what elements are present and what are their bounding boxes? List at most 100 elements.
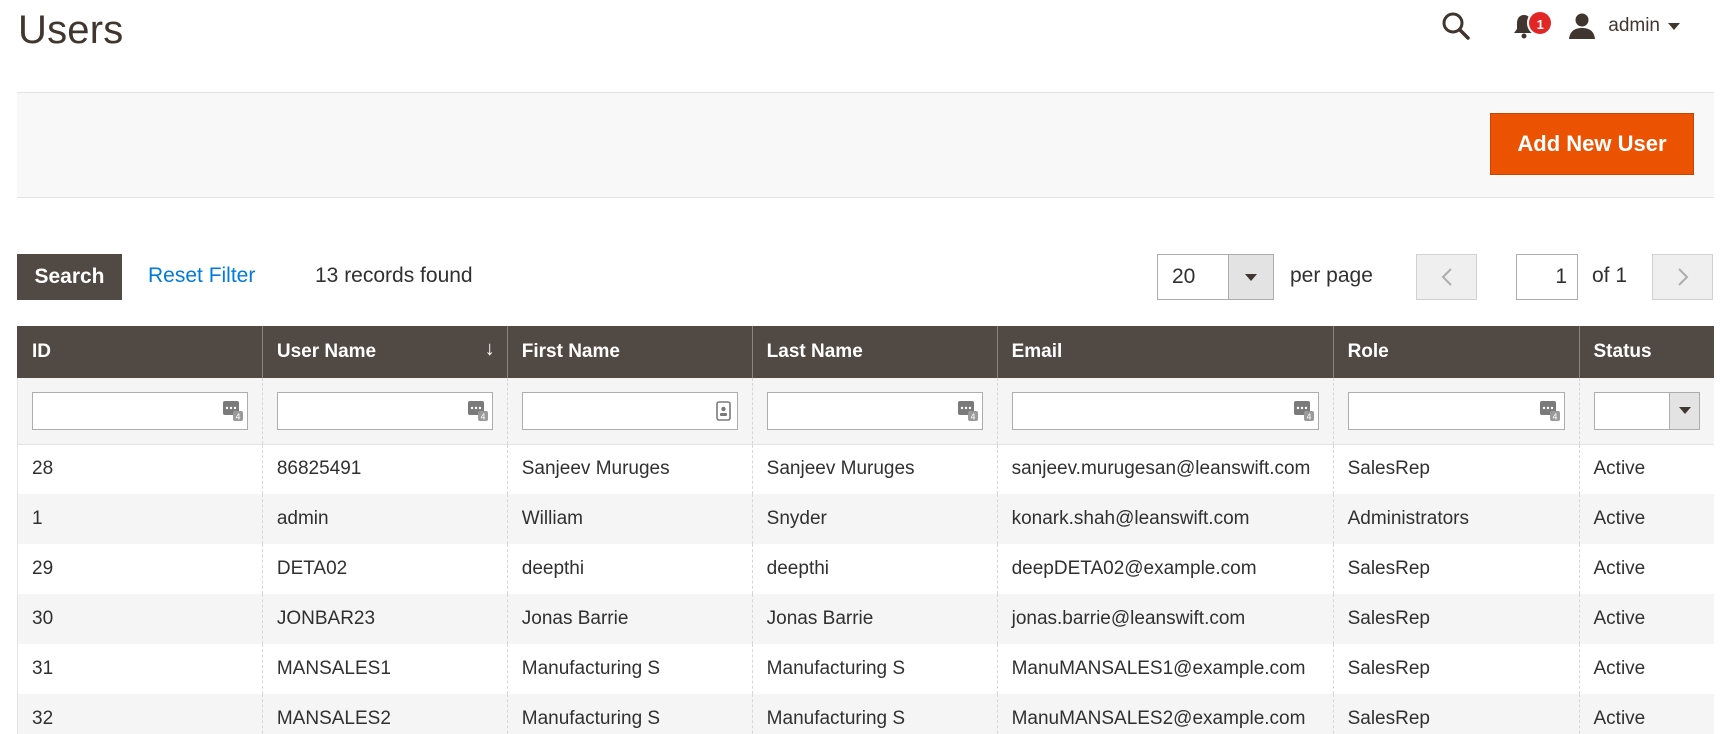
dropdown-arrow-icon (1669, 392, 1699, 429)
column-header-last-name[interactable]: Last Name (751, 326, 998, 378)
column-header-user-name[interactable]: User Name ↓ (261, 326, 508, 378)
cell-email: ManuMANSALES1@example.com (996, 644, 1334, 694)
grid-body: 28 86825491 Sanjeev Muruges Sanjeev Muruges… (17, 444, 1714, 734)
contact-card-icon (712, 400, 734, 422)
autofill-icon: 4 (467, 400, 489, 422)
filter-row: 4 4 4 4 4 (17, 378, 1714, 445)
cell-role: Administrators (1332, 494, 1579, 544)
filter-id-input[interactable]: 4 (32, 391, 248, 430)
table-row[interactable]: 28 86825491 Sanjeev Muruges Sanjeev Muruges… (17, 444, 1714, 494)
column-header-status[interactable]: Status (1578, 326, 1714, 378)
page-actions-bar: Add New User (17, 92, 1714, 198)
cell-id: 29 (17, 544, 263, 594)
chevron-left-icon (1441, 268, 1452, 286)
cell-status: Active (1578, 444, 1714, 494)
reset-filter-link[interactable]: Reset Filter (148, 264, 255, 288)
table-row[interactable]: 29 DETA02 deepthi deepthi deepDETA02@example… (17, 544, 1714, 594)
admin-user-menu[interactable]: admin (1568, 11, 1680, 41)
cell-first-name: Manufacturing S (506, 694, 753, 734)
cell-last-name: Manufacturing S (751, 644, 998, 694)
notification-count-badge: 1 (1527, 10, 1554, 36)
cell-first-name: Manufacturing S (506, 644, 753, 694)
search-button[interactable]: Search (17, 254, 122, 300)
cell-last-name: Manufacturing S (751, 694, 998, 734)
header-actions: 1 admin (1436, 8, 1680, 44)
filter-cell-first-name (506, 378, 753, 445)
cell-id: 28 (17, 444, 263, 494)
autofill-icon: 4 (1539, 400, 1561, 422)
page-number-input[interactable]: 1 (1516, 254, 1578, 300)
svg-text:4: 4 (1306, 412, 1311, 421)
cell-role: SalesRep (1332, 444, 1579, 494)
filter-first-name-input[interactable] (521, 391, 738, 430)
cell-user-name: MANSALES1 (261, 644, 508, 694)
users-grid: ID User Name ↓ First Name Last Name Email… (17, 326, 1714, 734)
page-title: Users (18, 8, 124, 52)
grid-header-row: ID User Name ↓ First Name Last Name Email… (17, 326, 1714, 378)
cell-user-name: JONBAR23 (261, 594, 508, 644)
cell-id: 31 (17, 644, 263, 694)
cell-role: SalesRep (1332, 594, 1579, 644)
svg-text:4: 4 (970, 412, 975, 421)
cell-status: Active (1578, 544, 1714, 594)
svg-text:4: 4 (1552, 412, 1557, 421)
column-header-user-name-label: User Name (276, 341, 377, 362)
cell-status: Active (1578, 594, 1714, 644)
filter-status-select[interactable] (1593, 391, 1700, 430)
user-icon (1568, 11, 1598, 41)
sort-arrow-icon: ↓ (484, 338, 495, 360)
cell-status: Active (1578, 694, 1714, 734)
cell-id: 32 (17, 694, 263, 734)
table-row[interactable]: 32 MANSALES2 Manufacturing S Manufacturing … (17, 694, 1714, 734)
svg-text:4: 4 (480, 412, 485, 421)
cell-user-name: MANSALES2 (261, 694, 508, 734)
cell-user-name: 86825491 (261, 444, 508, 494)
cell-status: Active (1578, 494, 1714, 544)
cell-email: ManuMANSALES2@example.com (996, 694, 1334, 734)
filter-cell-id: 4 (17, 378, 263, 445)
per-page-value: 20 (1172, 265, 1196, 288)
per-page-label: per page (1290, 264, 1373, 287)
cell-id: 30 (17, 594, 263, 644)
cell-email: jonas.barrie@leanswift.com (996, 594, 1334, 644)
search-icon (1442, 12, 1470, 40)
dropdown-arrow-icon (1228, 255, 1273, 299)
column-header-id[interactable]: ID (17, 326, 263, 378)
cell-last-name: Sanjeev Muruges (751, 444, 998, 494)
total-pages: of 1 (1592, 264, 1628, 287)
chevron-down-icon (1668, 22, 1680, 30)
filter-email-input[interactable]: 4 (1011, 391, 1319, 430)
filter-cell-email: 4 (996, 378, 1334, 445)
filter-user-name-input[interactable]: 4 (276, 391, 493, 430)
next-page-button[interactable] (1652, 254, 1713, 300)
autofill-icon: 4 (1293, 400, 1315, 422)
notifications-button[interactable]: 1 (1504, 8, 1554, 44)
cell-first-name: Sanjeev Muruges (506, 444, 753, 494)
cell-last-name: Jonas Barrie (751, 594, 998, 644)
svg-text:4: 4 (235, 412, 240, 421)
cell-role: SalesRep (1332, 694, 1579, 734)
cell-status: Active (1578, 644, 1714, 694)
add-new-user-button[interactable]: Add New User (1490, 113, 1694, 175)
table-row[interactable]: 1 admin William Snyder konark.shah@leanswift… (17, 494, 1714, 544)
filter-role-input[interactable]: 4 (1347, 391, 1565, 430)
filter-cell-user-name: 4 (261, 378, 508, 445)
cell-id: 1 (17, 494, 263, 544)
cell-email: sanjeev.murugesan@leanswift.com (996, 444, 1334, 494)
grid-toolbar: Search Reset Filter 13 records found 20 … (17, 254, 1714, 300)
filter-cell-role: 4 (1332, 378, 1579, 445)
column-header-role[interactable]: Role (1332, 326, 1579, 378)
previous-page-button[interactable] (1416, 254, 1477, 300)
cell-email: deepDETA02@example.com (996, 544, 1334, 594)
cell-email: konark.shah@leanswift.com (996, 494, 1334, 544)
per-page-select[interactable]: 20 (1157, 254, 1274, 300)
autofill-icon: 4 (957, 400, 979, 422)
global-search-button[interactable] (1436, 8, 1476, 44)
table-row[interactable]: 31 MANSALES1 Manufacturing S Manufacturing … (17, 644, 1714, 694)
column-header-email[interactable]: Email (996, 326, 1334, 378)
filter-last-name-input[interactable]: 4 (766, 391, 983, 430)
column-header-first-name[interactable]: First Name (506, 326, 753, 378)
cell-first-name: William (506, 494, 753, 544)
records-found: 13 records found (315, 264, 473, 287)
table-row[interactable]: 30 JONBAR23 Jonas Barrie Jonas Barrie jonas.… (17, 594, 1714, 644)
